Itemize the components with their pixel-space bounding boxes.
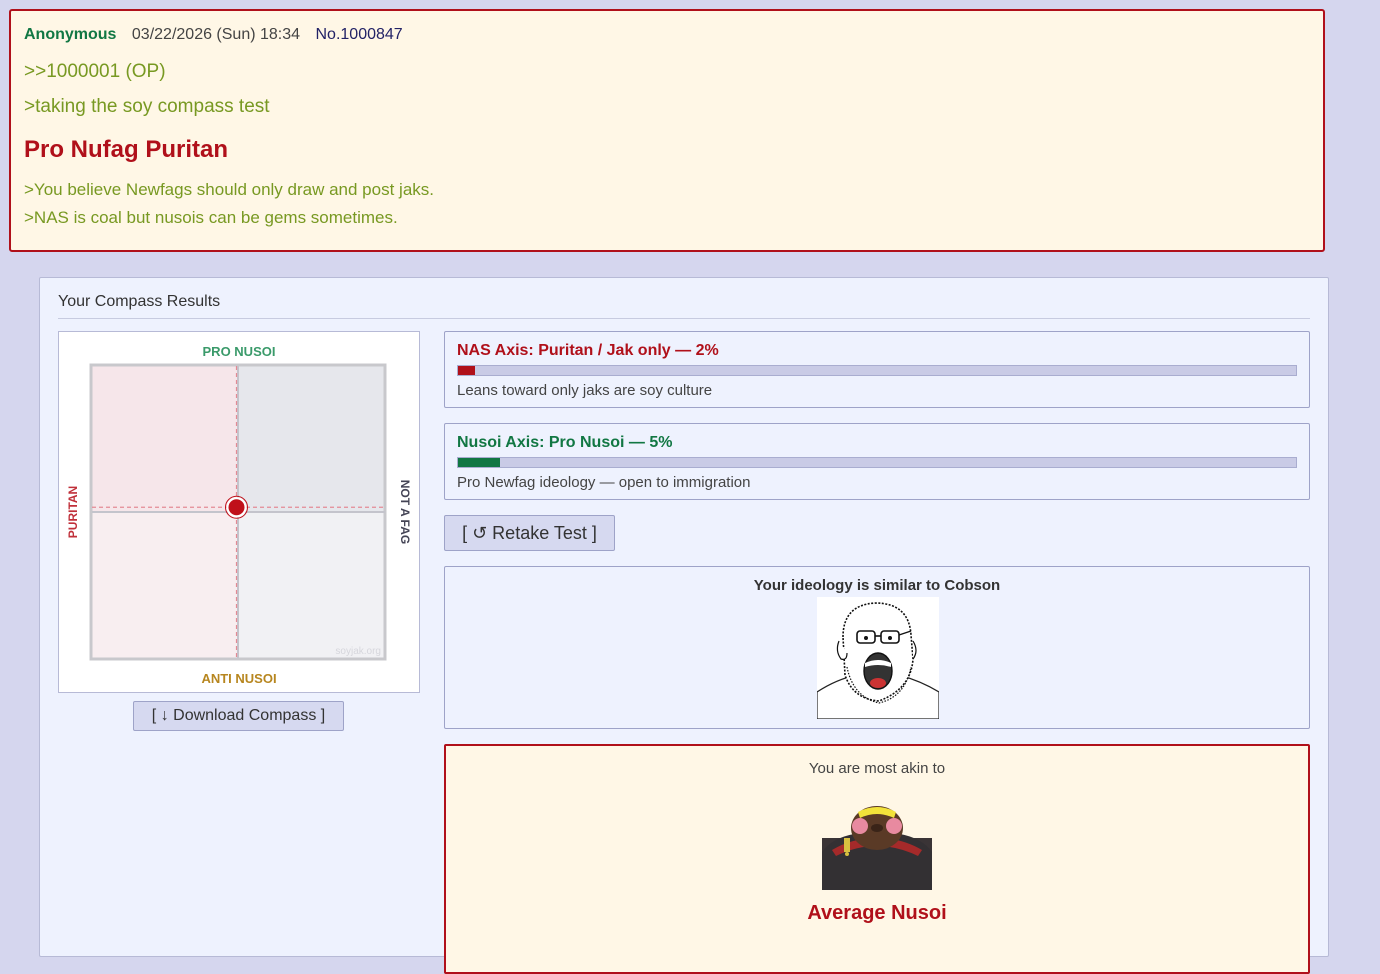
most-akin-name: Average Nusoi — [807, 902, 947, 924]
compass-svg: PRO NUSOI ANTI NUSOI PURITAN NOT A FAG s… — [66, 344, 412, 686]
cobson-image — [817, 597, 939, 719]
nusoi-axis-title: Nusoi Axis: Pro Nusoi — 5% — [457, 434, 673, 451]
quadrant-top-left — [92, 366, 238, 512]
retake-test-button[interactable]: [ ↺ Retake Test ] — [444, 515, 615, 551]
poster-name: Anonymous — [24, 26, 117, 43]
compass-label-bottom: ANTI NUSOI — [201, 671, 276, 686]
compass-label-left: PURITAN — [66, 486, 80, 538]
nas-axis-description: Leans toward only jaks are soy culture — [457, 382, 713, 399]
divider — [58, 318, 1310, 319]
similar-ideology-card: Your ideology is similar to Cobson — [444, 566, 1310, 729]
post-header: Anonymous 03/22/2026 (Sun) 18:34 No.1000… — [24, 26, 403, 44]
most-akin-card: You are most akin to Average Nusoi — [444, 744, 1310, 974]
compass-marker — [226, 497, 247, 518]
post: Anonymous 03/22/2026 (Sun) 18:34 No.1000… — [9, 9, 1325, 252]
post-number-link[interactable]: No.1000847 — [316, 26, 403, 43]
quadrant-top-right — [238, 366, 384, 512]
verdict-heading: Pro Nufag Puritan — [24, 136, 229, 163]
average-nusoi-image — [822, 806, 932, 890]
nas-axis-title: NAS Axis: Puritan / Jak only — 2% — [457, 342, 719, 359]
similar-ideology-label: Your ideology is similar to Cobson — [753, 577, 1001, 594]
watermark: soyjak.org — [335, 646, 381, 657]
greentext-line: >You believe Newfags should only draw an… — [24, 180, 434, 199]
quadrant-bottom-left — [92, 512, 238, 658]
post-date: 03/22/2026 (Sun) 18:34 — [131, 26, 301, 43]
nusoi-axis-card: Nusoi Axis: Pro Nusoi — 5% Pro Newfag id… — [444, 423, 1310, 500]
most-akin-label: You are most akin to — [808, 760, 946, 777]
nas-axis-bar — [457, 365, 1297, 376]
compass-label-right: NOT A FAG — [398, 480, 412, 544]
nusoi-axis-bar — [457, 457, 1297, 468]
panel-title: Your Compass Results — [58, 293, 221, 310]
greentext-line: >taking the soy compass test — [24, 96, 270, 117]
compass-results-panel: Your Compass Results PRO NUSOI ANTI NUSO… — [39, 277, 1329, 974]
reply-link[interactable]: >>1000001 (OP) — [24, 61, 166, 83]
download-compass-button[interactable]: [ ↓ Download Compass ] — [133, 701, 344, 731]
quadrant-bottom-right — [238, 512, 384, 658]
compass-label-top: PRO NUSOI — [203, 344, 276, 359]
nusoi-axis-description: Pro Newfag ideology — open to immigratio… — [457, 474, 751, 491]
nas-axis-bar-fill — [458, 366, 475, 375]
compass-chart: PRO NUSOI ANTI NUSOI PURITAN NOT A FAG s… — [58, 331, 420, 693]
nas-axis-card: NAS Axis: Puritan / Jak only — 2% Leans … — [444, 331, 1310, 408]
greentext-line: >NAS is coal but nusois can be gems some… — [24, 208, 398, 227]
nusoi-axis-bar-fill — [458, 458, 500, 467]
